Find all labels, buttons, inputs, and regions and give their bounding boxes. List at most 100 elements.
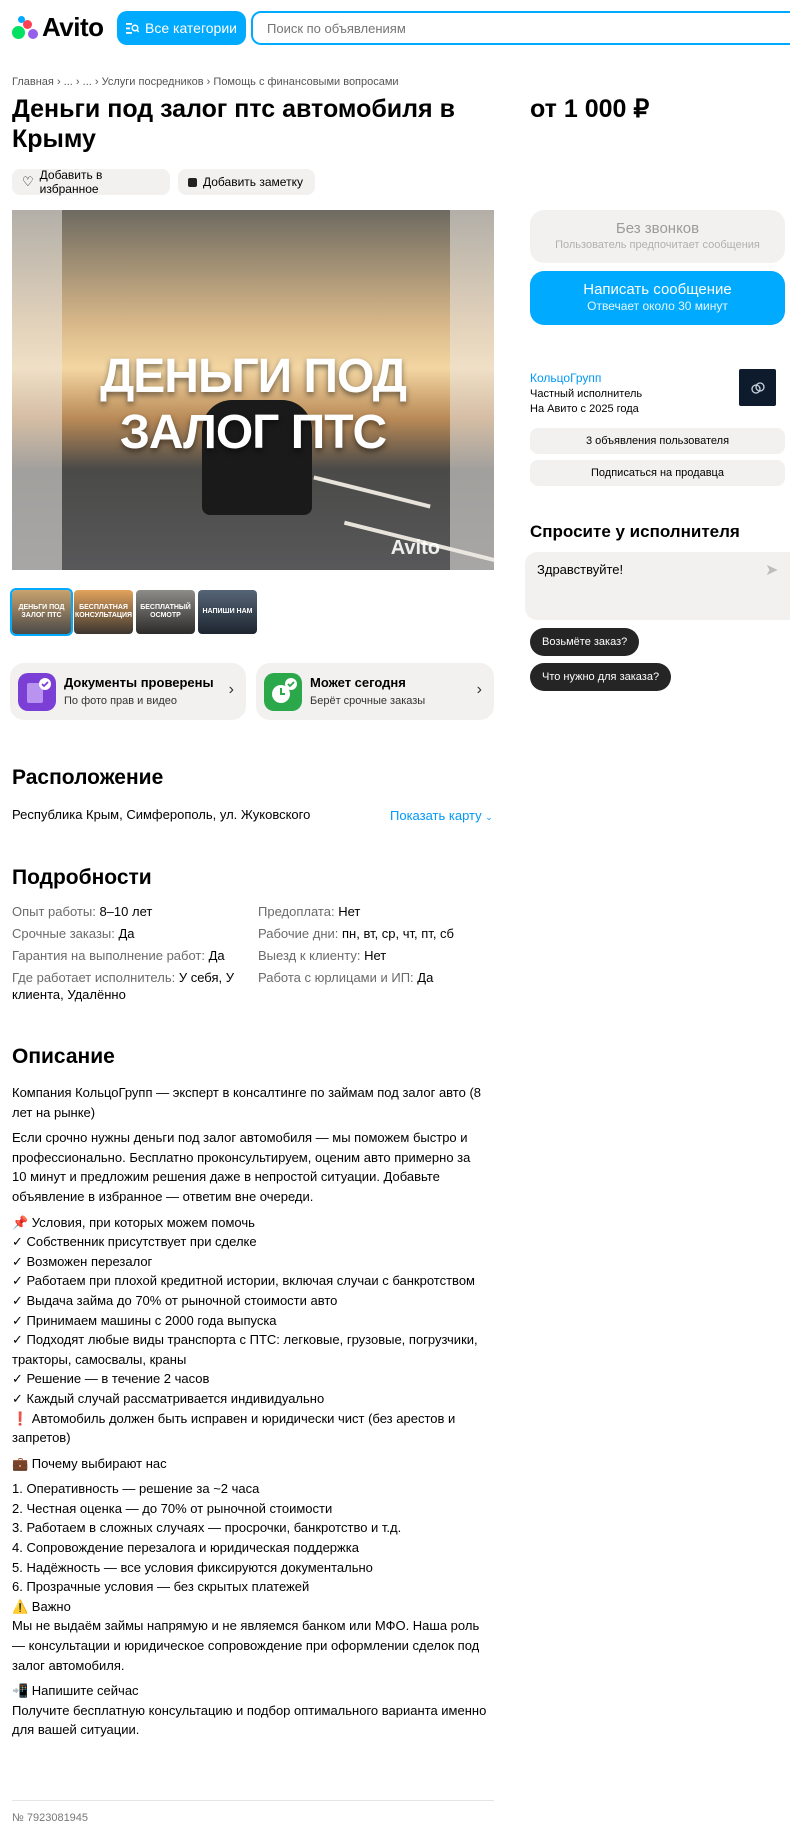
detail-prepayment: Предоплата: Нет: [258, 904, 361, 919]
description-line: Компания КольцоГрупп — эксперт в консалт…: [12, 1085, 482, 1120]
document-check-icon: [18, 673, 56, 711]
divider: [12, 1800, 494, 1801]
breadcrumb-home[interactable]: Главная: [12, 76, 54, 88]
chevron-down-icon: ⌄: [485, 812, 493, 822]
description-line: ✓ Подходят любые виды транспорта с ПТС: …: [12, 1332, 478, 1367]
subscribe-seller-button[interactable]: Подписаться на продавца: [530, 460, 785, 486]
photo-headline-2: ЗАЛОГ ПТС: [119, 406, 387, 459]
description-line: 5. Надёжность — все условия фиксируются …: [12, 1559, 373, 1575]
no-calls-label: Без звонков: [615, 220, 700, 237]
detail-legal-entities: Работа с юрлицами и ИП: Да: [258, 970, 434, 985]
description-line: ✓ Собственник присутствует при сделке: [12, 1234, 257, 1250]
add-note-button[interactable]: Добавить заметку: [178, 169, 315, 195]
chevron-right-icon: ›: [228, 681, 234, 698]
search-input[interactable]: [251, 11, 790, 45]
detail-work-location: Где работает исполнитель: У себя, У клие…: [12, 970, 234, 1002]
badge-title: Может сегодня: [310, 675, 406, 690]
description-line: 📲 Напишите сейчас: [12, 1683, 139, 1699]
badge-title: Документы проверены: [64, 675, 214, 690]
detail-workdays: Рабочие дни: пн, вт, ср, чт, пт, сб: [258, 926, 454, 941]
description-line: ✓ Каждый случай рассматривается индивиду…: [12, 1390, 325, 1406]
clock-check-icon: [264, 673, 302, 711]
main-photo[interactable]: ДЕНЬГИ ПОД ЗАЛОГ ПТС Avito: [12, 210, 494, 570]
description-line: ✓ Принимаем машины с 2000 года выпуска: [12, 1312, 277, 1328]
description-line: 4. Сопровождение перезалога и юридическа…: [12, 1540, 359, 1556]
add-favorite-label: Добавить в избранное: [39, 168, 103, 196]
description-line: 📌 Условия, при которых можем помочь: [12, 1214, 255, 1230]
available-today-card[interactable]: Может сегодня Берёт срочные заказы ›: [256, 663, 494, 720]
heart-icon: ♡: [22, 174, 34, 189]
description-line: ✓ Выдача займа до 70% от рыночной стоимо…: [12, 1292, 338, 1308]
description-line: Получите бесплатную консультацию и подбо…: [12, 1702, 487, 1738]
ask-message-input[interactable]: Здравствуйте! ➤: [525, 552, 790, 620]
description-line: 2. Честная оценка — до 70% от рыночной с…: [12, 1500, 333, 1516]
description-line: ✓ Работаем при плохой кредитной истории,…: [12, 1273, 475, 1289]
price: от 1 000 ₽: [530, 95, 650, 123]
logo-dots-icon: [12, 15, 38, 40]
description-text: Компания КольцоГрупп — эксперт в консалт…: [12, 1083, 487, 1740]
seller-avatar[interactable]: [739, 369, 776, 406]
location-address: Республика Крым, Симферополь, ул. Жуковс…: [12, 807, 311, 822]
description-line: Мы не выдаём займы напрямую и не являемс…: [12, 1618, 480, 1673]
no-calls-button[interactable]: Без звонков Пользователь предпочитает со…: [530, 210, 785, 263]
description-line: 💼 Почему выбирают нас: [12, 1455, 167, 1471]
description-line: ⚠️ Важно: [12, 1598, 71, 1614]
logo-text: Avito: [42, 12, 104, 42]
documents-verified-card[interactable]: Документы проверены По фото прав и видео…: [10, 663, 246, 720]
description-heading: Описание: [12, 1045, 115, 1068]
photo-headline-1: ДЕНЬГИ ПОД: [100, 350, 407, 403]
details-heading: Подробности: [12, 866, 152, 889]
breadcrumb-ellipsis-2[interactable]: ...: [83, 76, 92, 88]
description-line: ✓ Возможен перезалог: [12, 1253, 153, 1269]
user-listings-button[interactable]: 3 объявления пользователя: [530, 428, 785, 454]
send-icon[interactable]: ➤: [765, 560, 778, 580]
description-line: Если срочно нужны деньги под залог автом…: [12, 1130, 471, 1204]
breadcrumb-subcategory[interactable]: Помощь с финансовыми вопросами: [213, 76, 398, 88]
header: Avito Все категории: [0, 0, 790, 56]
add-favorite-button[interactable]: ♡ Добавить в избранное: [12, 168, 170, 196]
thumbnail[interactable]: ДЕНЬГИ ПОД ЗАЛОГ ПТС: [10, 588, 73, 636]
description-line: 3. Работаем в сложных случаях — просрочк…: [12, 1520, 402, 1536]
thumbnail[interactable]: БЕСПЛАТНАЯ КОНСУЛЬТАЦИЯ: [74, 590, 133, 634]
detail-experience: Опыт работы: 8–10 лет: [12, 904, 153, 919]
badge-subtitle: Берёт срочные заказы: [310, 695, 426, 707]
write-message-sublabel: Отвечает около 30 минут: [587, 299, 728, 313]
add-note-label: Добавить заметку: [203, 175, 303, 189]
badge-subtitle: По фото прав и видео: [64, 695, 178, 707]
description-line: ❗ Автомобиль должен быть исправен и юрид…: [12, 1410, 456, 1446]
no-calls-sublabel: Пользователь предпочитает сообщения: [555, 239, 760, 251]
ask-performer-heading: Спросите у исполнителя: [530, 522, 740, 541]
chevron-right-icon: ›: [476, 681, 482, 698]
breadcrumb-ellipsis-1[interactable]: ...: [64, 76, 73, 88]
write-message-label: Написать сообщение: [583, 281, 732, 298]
description-line: 6. Прозрачные условия — без скрытых плат…: [12, 1579, 310, 1595]
location-heading: Расположение: [12, 766, 164, 789]
thumbnail-strip: ДЕНЬГИ ПОД ЗАЛОГ ПТС БЕСПЛАТНАЯ КОНСУЛЬТ…: [10, 588, 257, 636]
all-categories-label: Все категории: [145, 20, 237, 36]
detail-visit: Выезд к клиенту: Нет: [258, 948, 387, 963]
categories-search-icon: [126, 22, 139, 34]
quick-question-chip[interactable]: Что нужно для заказа?: [530, 663, 672, 691]
description-line: ✓ Решение — в течение 2 часов: [12, 1371, 210, 1387]
avito-watermark: Avito: [390, 537, 440, 559]
thumbnail[interactable]: БЕСПЛАТНЫЙ ОСМОТР: [136, 590, 195, 634]
seller-type: Частный исполнитель: [530, 388, 643, 400]
breadcrumb: Главная › ... › ... › Услуги посредников…: [12, 76, 399, 88]
quick-question-chip[interactable]: Возьмёте заказ?: [530, 628, 640, 656]
show-map-link[interactable]: Показать карту ⌄: [390, 808, 493, 823]
seller-name-link[interactable]: КольцоГрупп: [530, 371, 601, 385]
detail-urgent: Срочные заказы: Да: [12, 926, 135, 941]
thumbnail[interactable]: НАПИШИ НАМ: [198, 590, 257, 634]
description-line: 1. Оперативность — решение за ~2 часа: [12, 1481, 260, 1497]
breadcrumb-category[interactable]: Услуги посредников: [102, 76, 204, 88]
avito-logo[interactable]: Avito: [12, 12, 104, 43]
ring-logo-icon: [750, 381, 765, 394]
note-icon: [188, 177, 197, 187]
all-categories-button[interactable]: Все категории: [117, 11, 246, 45]
detail-guarantee: Гарантия на выполнение работ: Да: [12, 948, 225, 963]
page-title: Деньги под залог птс автомобиля в Крыму: [12, 95, 455, 153]
item-number: № 7923081945: [12, 1812, 89, 1824]
seller-since: На Авито с 2025 года: [530, 403, 639, 415]
ask-message-text: Здравствуйте!: [537, 562, 624, 577]
write-message-button[interactable]: Написать сообщение Отвечает около 30 мин…: [530, 271, 785, 325]
